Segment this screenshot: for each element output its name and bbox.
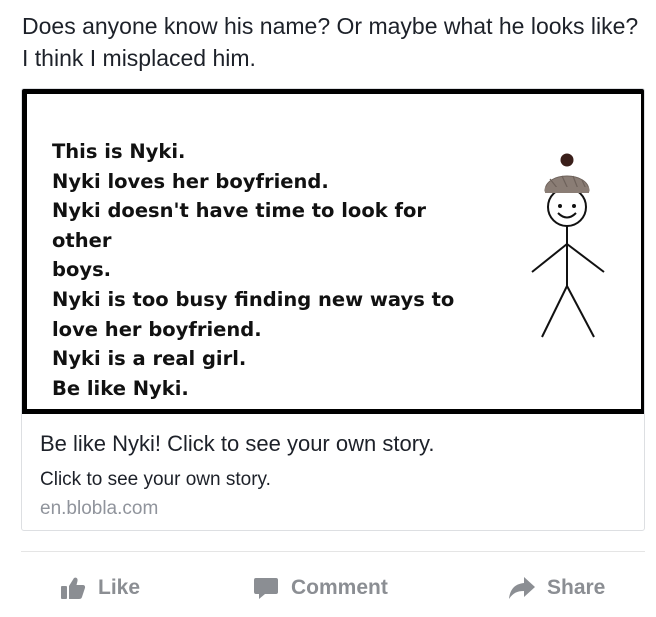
post-action-bar: Like Comment Share: [0, 566, 656, 610]
comment-icon: [251, 573, 281, 603]
post-text: Does anyone know his name? Or maybe what…: [22, 13, 639, 71]
link-preview-card[interactable]: This is Nyki. Nyki loves her boyfriend. …: [21, 88, 645, 531]
meme-line: Nyki is a real girl.: [52, 347, 247, 371]
share-arrow-icon: [507, 573, 537, 603]
stick-figure-icon: [531, 153, 605, 338]
meme-line: Nyki loves her boyfriend.: [52, 169, 329, 193]
share-label: Share: [547, 576, 606, 599]
comment-label: Comment: [291, 576, 388, 599]
link-domain: en.blobla.com: [40, 498, 159, 519]
meme-line: This is Nyki.: [52, 140, 186, 163]
actions-divider: [21, 551, 645, 552]
meme-image[interactable]: This is Nyki. Nyki loves her boyfriend. …: [22, 89, 644, 414]
meme-line: Be like Nyki.: [52, 376, 189, 400]
meme-text: This is Nyki. Nyki loves her boyfriend. …: [52, 137, 482, 403]
facebook-post: Does anyone know his name? Or maybe what…: [0, 0, 656, 617]
meme-line: Nyki doesn't have time to look for other: [52, 199, 426, 252]
meme-line: boys.: [52, 258, 112, 282]
link-description: Click to see your own story.: [40, 469, 271, 490]
meme-image-panel: This is Nyki. Nyki loves her boyfriend. …: [27, 94, 641, 409]
like-button[interactable]: Like: [58, 566, 140, 610]
comment-button[interactable]: Comment: [251, 566, 388, 610]
share-button[interactable]: Share: [507, 566, 605, 610]
link-card-info[interactable]: Be like Nyki! Click to see your own stor…: [22, 414, 644, 530]
meme-line: love her boyfriend.: [52, 317, 262, 341]
meme-line: Nyki is too busy finding new ways to: [52, 287, 455, 311]
link-title[interactable]: Be like Nyki! Click to see your own stor…: [40, 430, 435, 458]
thumbs-up-icon: [58, 573, 88, 603]
like-label: Like: [98, 576, 141, 599]
